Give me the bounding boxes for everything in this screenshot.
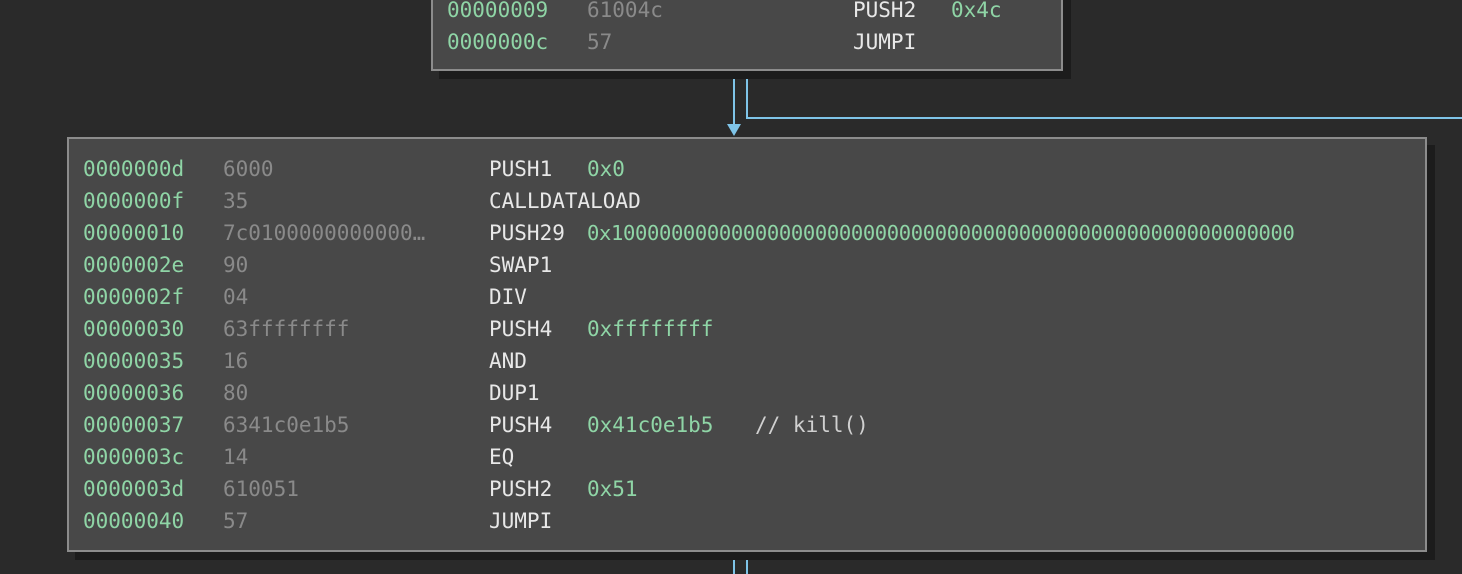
instruction-address[interactable]: 0000003d xyxy=(83,473,184,505)
instruction-operand[interactable]: 0x41c0e1b5 xyxy=(587,409,713,441)
edge-jump-horizontal xyxy=(746,117,1462,119)
instruction-mnemonic: AND xyxy=(489,349,527,373)
instruction-mnemonic: JUMPI xyxy=(853,30,917,54)
instruction-address[interactable]: 00000037 xyxy=(83,409,184,441)
instruction-operand[interactable]: 0x51 xyxy=(587,473,638,505)
instruction-address[interactable]: 0000002f xyxy=(83,281,184,313)
instruction-address[interactable]: 00000009 xyxy=(447,0,548,26)
instruction-row[interactable]: 00000009 61004c PUSH2 0x4c xyxy=(433,0,1061,26)
instruction-bytes: 57 xyxy=(223,509,249,533)
instruction-mnemonic: SWAP1 xyxy=(489,253,553,277)
instruction-bytes: 14 xyxy=(223,445,249,469)
instruction-row[interactable]: 00000035 16 AND xyxy=(69,345,1425,377)
instruction-row[interactable]: 0000003c 14 EQ xyxy=(69,441,1425,473)
instruction-address[interactable]: 00000040 xyxy=(83,505,184,537)
instruction-bytes: 6000 xyxy=(223,157,274,181)
instruction-bytes: 16 xyxy=(223,349,249,373)
instruction-bytes: 35 xyxy=(223,189,249,213)
instruction-address[interactable]: 0000000c xyxy=(447,26,548,58)
instruction-bytes: 04 xyxy=(223,285,249,309)
instruction-mnemonic: EQ xyxy=(489,445,515,469)
instruction-mnemonic: PUSH29 xyxy=(489,221,565,245)
instruction-row[interactable]: 00000030 63ffffffff PUSH4 0xffffffff xyxy=(69,313,1425,345)
instruction-address[interactable]: 0000000f xyxy=(83,185,184,217)
instruction-row[interactable]: 00000036 80 DUP1 xyxy=(69,377,1425,409)
instruction-address[interactable]: 0000002e xyxy=(83,249,184,281)
instruction-mnemonic: PUSH1 xyxy=(489,157,553,181)
instruction-mnemonic: DUP1 xyxy=(489,381,540,405)
instruction-row[interactable]: 0000000d 6000 PUSH1 0x0 xyxy=(69,153,1425,185)
instruction-mnemonic: PUSH2 xyxy=(489,477,553,501)
instruction-mnemonic: DIV xyxy=(489,285,527,309)
instruction-address[interactable]: 00000036 xyxy=(83,377,184,409)
instruction-operand[interactable]: 0xffffffff xyxy=(587,313,713,345)
instruction-bytes: 90 xyxy=(223,253,249,277)
instruction-bytes: 61004c xyxy=(587,0,663,22)
instruction-row[interactable]: 0000002e 90 SWAP1 xyxy=(69,249,1425,281)
instruction-bytes: 610051 xyxy=(223,477,299,501)
instruction-row[interactable]: 00000037 6341c0e1b5 PUSH4 0x41c0e1b5 // … xyxy=(69,409,1425,441)
instruction-bytes: 80 xyxy=(223,381,249,405)
instruction-operand[interactable]: 0x4c xyxy=(951,0,1002,26)
instruction-comment: // kill() xyxy=(755,413,869,437)
instruction-mnemonic: CALLDATALOAD xyxy=(489,189,641,213)
instruction-address[interactable]: 0000003c xyxy=(83,441,184,473)
edge-out-left xyxy=(733,552,735,574)
instruction-operand[interactable]: 0x0 xyxy=(587,153,625,185)
instruction-bytes: 63ffffffff xyxy=(223,317,350,341)
instruction-address[interactable]: 00000010 xyxy=(83,217,184,249)
edge-jump-vertical xyxy=(746,71,748,119)
basic-block-main[interactable]: 0000000d 6000 PUSH1 0x0 0000000f 35 CALL… xyxy=(67,137,1427,552)
instruction-row[interactable]: 0000000c 57 JUMPI xyxy=(433,26,1061,58)
instruction-address[interactable]: 00000035 xyxy=(83,345,184,377)
instruction-row[interactable]: 0000000f 35 CALLDATALOAD xyxy=(69,185,1425,217)
instruction-address[interactable]: 00000030 xyxy=(83,313,184,345)
basic-block-top[interactable]: 00000009 61004c PUSH2 0x4c 0000000c 57 J… xyxy=(431,0,1063,71)
instruction-row[interactable]: 00000010 7c0100000000000… PUSH29 0x10000… xyxy=(69,217,1425,249)
edge-fallthrough xyxy=(733,71,735,125)
instruction-mnemonic: JUMPI xyxy=(489,509,553,533)
arrow-down-icon xyxy=(727,124,741,136)
instruction-bytes: 57 xyxy=(587,30,613,54)
instruction-row[interactable]: 0000002f 04 DIV xyxy=(69,281,1425,313)
instruction-row[interactable]: 0000003d 610051 PUSH2 0x51 xyxy=(69,473,1425,505)
instruction-operand[interactable]: 0x10000000000000000000000000000000000000… xyxy=(587,217,1295,249)
instruction-address[interactable]: 0000000d xyxy=(83,153,184,185)
graph-view[interactable]: 00000009 61004c PUSH2 0x4c 0000000c 57 J… xyxy=(0,0,1462,574)
instruction-mnemonic: PUSH4 xyxy=(489,413,553,437)
instruction-mnemonic: PUSH2 xyxy=(853,0,917,22)
instruction-bytes: 6341c0e1b5 xyxy=(223,413,350,437)
instruction-bytes: 7c0100000000000… xyxy=(223,221,426,245)
instruction-row[interactable]: 00000040 57 JUMPI xyxy=(69,505,1425,537)
instruction-mnemonic: PUSH4 xyxy=(489,317,553,341)
edge-out-right xyxy=(746,552,748,574)
